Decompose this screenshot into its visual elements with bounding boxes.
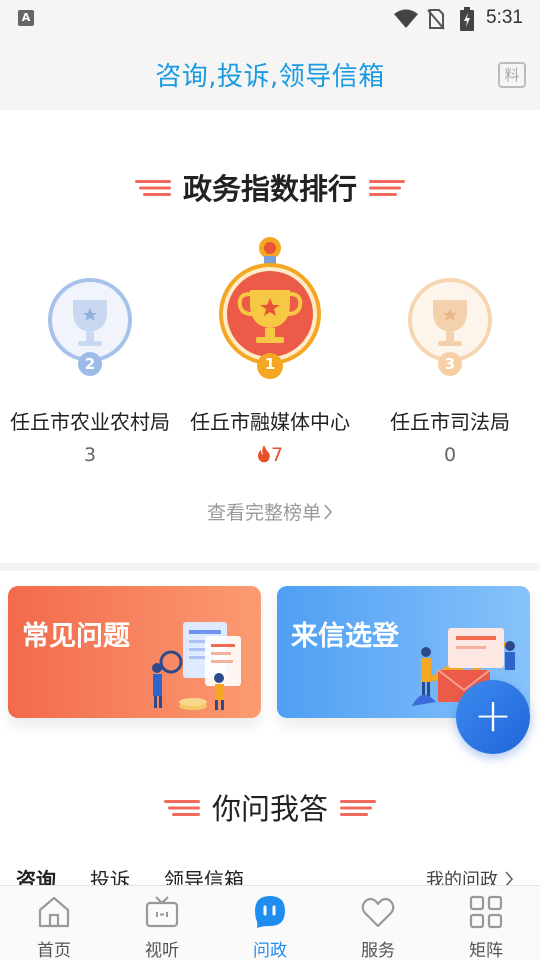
heart-icon [361,897,395,928]
department-score: 3 [83,444,97,466]
app-header: 咨询,投诉,领导信箱 料 [0,36,540,110]
ranking-section-title: 政务指数排行 [0,166,540,208]
letters-card-title: 来信选登 [291,621,399,652]
home-icon [38,896,70,928]
nav-item-matrix[interactable]: 矩阵 [432,886,540,960]
title-decoration-left-icon [163,800,200,816]
nav-label: 首页 [37,941,71,960]
title-decoration-right-icon [369,180,405,196]
nav-label: 视听 [145,941,179,960]
department-name: 任丘市司法局 [390,410,510,434]
see-full-ranking-link[interactable]: 查看完整榜单 [0,498,540,525]
department-name: 任丘市农业农村局 [10,410,170,434]
nav-item-inquiry[interactable]: 问政 [216,886,324,960]
department-score: 0 [443,444,457,466]
see-all-label: 查看完整榜单 [206,502,321,524]
notification-icon: A [18,10,34,26]
rank-item-second[interactable]: 2 任丘市农业农村局 3 [0,270,180,470]
nav-item-media[interactable]: 视听 [108,886,216,960]
title-decoration-right-icon [340,800,376,816]
department-score-hot: 7 [180,444,360,466]
rank-item-first[interactable]: 1 任丘市融媒体中心 7 [180,234,360,470]
wifi-icon [394,9,418,28]
section-divider [0,563,540,571]
battery-charging-icon [460,7,474,31]
page-title: 咨询,投诉,领导信箱 [155,62,385,92]
grid-icon [469,895,503,929]
rank-badge: 3 [444,355,456,373]
rank-badge: 2 [84,355,96,373]
bottom-navigation: 首页 视听 问政 服务 矩阵 [0,885,540,960]
rank-item-third[interactable]: 3 任丘市司法局 0 [360,270,540,470]
department-score: 7 [270,444,284,466]
new-question-fab[interactable]: + [456,680,530,754]
tip-off-icon[interactable]: 料 [498,62,526,88]
nav-label: 矩阵 [469,941,503,960]
flame-icon [257,445,270,463]
faq-card[interactable]: 常见问题 [8,586,261,718]
nav-label: 问政 [253,941,287,960]
tv-icon [145,896,179,928]
ranking-title-text: 政务指数排行 [182,172,357,206]
nav-item-services[interactable]: 服务 [324,886,432,960]
chat-icon [255,896,285,928]
chevron-right-icon [324,504,333,520]
nav-label: 服务 [361,941,395,960]
qa-title-text: 你问我答 [211,792,328,826]
faq-illustration-icon [152,622,241,710]
no-sim-icon [427,9,445,30]
title-decoration-left-icon [134,180,171,196]
qa-section-title: 你问我答 [0,786,540,828]
department-name: 任丘市融媒体中心 [190,410,350,434]
status-bar: A 5:31 [0,0,540,36]
rank-badge: 1 [264,355,276,373]
clock: 5:31 [486,7,523,28]
nav-item-home[interactable]: 首页 [0,886,108,960]
faq-card-title: 常见问题 [22,621,130,652]
